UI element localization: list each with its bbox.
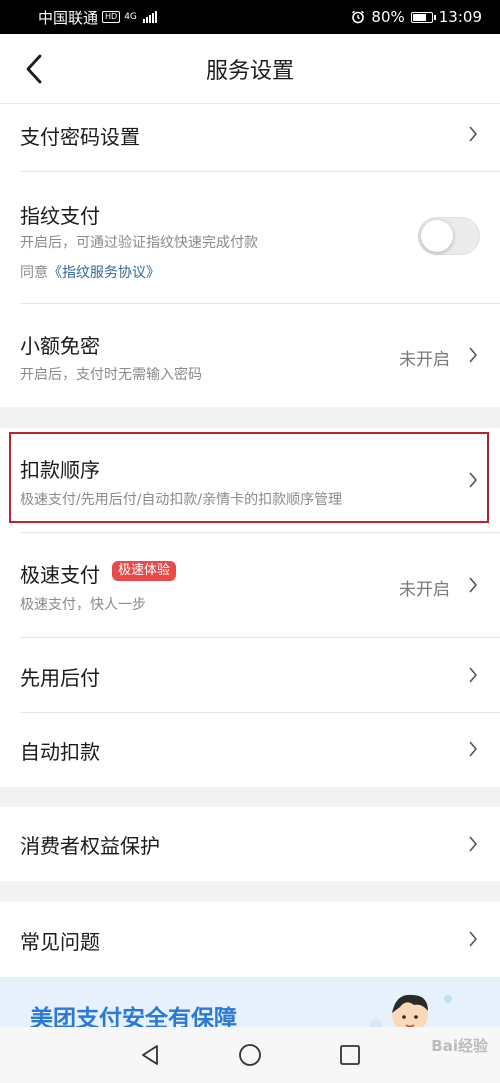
auto-deduction-row[interactable]: 自动扣款 xyxy=(0,713,500,787)
navigation-bar: 服务设置 xyxy=(0,34,500,104)
carrier-name: 中国联通 xyxy=(38,8,99,27)
network-type: 4G xyxy=(124,12,137,22)
security-banner-text: 美团支付安全有保障 xyxy=(30,1006,237,1027)
consumer-rights-section: 消费者权益保护 xyxy=(0,807,500,881)
agreement-prefix: 同意 xyxy=(20,265,48,281)
consumer-rights-label: 消费者权益保护 xyxy=(20,834,160,858)
triangle-back-icon xyxy=(142,1045,158,1065)
pay-later-row[interactable]: 先用后付 xyxy=(0,638,500,713)
back-button[interactable] xyxy=(14,49,54,89)
chevron-right-icon xyxy=(469,836,478,852)
chevron-right-icon xyxy=(469,667,478,683)
status-bar: 中国联通 HD 4G 80% 13:09 xyxy=(0,0,500,34)
chevron-right-icon xyxy=(469,126,478,142)
fingerprint-agreement-link[interactable]: 《指纹服务协议》 xyxy=(48,265,160,281)
small-amount-label: 小额免密 xyxy=(20,334,100,358)
cartoon-character-icon xyxy=(370,994,452,1027)
signal-icon xyxy=(142,11,157,23)
system-back-button[interactable] xyxy=(130,1035,170,1075)
fingerprint-pay-row: 指纹支付 开启后，可通过验证指纹快速完成付款 同意《指纹服务协议》 xyxy=(0,172,500,304)
fingerprint-pay-desc: 开启后，可通过验证指纹快速完成付款 xyxy=(20,235,258,251)
small-amount-status: 未开启 xyxy=(399,350,450,370)
small-amount-desc: 开启后，支付时无需输入密码 xyxy=(20,367,202,383)
security-banner[interactable]: 美团支付安全有保障 xyxy=(0,977,500,1027)
system-home-button[interactable] xyxy=(230,1035,270,1075)
system-navigation-bar xyxy=(0,1027,500,1083)
faq-row[interactable]: 常见问题 xyxy=(0,902,500,977)
watermark: Bai经验 xyxy=(431,1037,488,1055)
fingerprint-agreement: 同意《指纹服务协议》 xyxy=(20,262,160,282)
hd-badge: HD xyxy=(102,11,121,23)
express-pay-label: 极速支付 xyxy=(20,563,100,587)
highlight-annotation-box xyxy=(9,432,489,523)
chevron-right-icon xyxy=(469,741,478,757)
carrier-info: 中国联通 HD 4G xyxy=(38,7,157,28)
payment-password-row[interactable]: 支付密码设置 xyxy=(0,104,500,172)
express-pay-status: 未开启 xyxy=(399,580,450,600)
consumer-rights-row[interactable]: 消费者权益保护 xyxy=(0,807,500,881)
battery-percent: 80% xyxy=(371,8,405,26)
security-settings-section: 支付密码设置 指纹支付 开启后，可通过验证指纹快速完成付款 同意《指纹服务协议》… xyxy=(0,104,500,407)
back-arrow-icon xyxy=(26,54,42,84)
toggle-knob xyxy=(421,220,453,252)
system-recent-button[interactable] xyxy=(330,1035,370,1075)
express-pay-badge: 极速体验 xyxy=(112,561,177,581)
chevron-right-icon xyxy=(469,577,478,593)
express-pay-row[interactable]: 极速支付 极速体验 极速支付，快人一步 未开启 xyxy=(0,533,500,638)
faq-section: 常见问题 xyxy=(0,902,500,977)
circle-home-icon xyxy=(239,1044,261,1066)
auto-deduction-label: 自动扣款 xyxy=(20,740,100,764)
faq-label: 常见问题 xyxy=(20,930,100,954)
alarm-clock-icon xyxy=(352,10,365,24)
express-pay-desc: 极速支付，快人一步 xyxy=(20,597,146,613)
payment-password-label: 支付密码设置 xyxy=(20,125,140,149)
clock-time: 13:09 xyxy=(438,8,482,26)
small-amount-no-password-row[interactable]: 小额免密 开启后，支付时无需输入密码 未开启 xyxy=(0,304,500,407)
fingerprint-pay-label: 指纹支付 xyxy=(20,204,100,228)
fingerprint-pay-toggle[interactable] xyxy=(418,217,480,255)
page-title: 服务设置 xyxy=(205,58,294,84)
square-recent-icon xyxy=(340,1045,360,1065)
pay-later-label: 先用后付 xyxy=(20,666,100,690)
chevron-right-icon xyxy=(469,931,478,947)
chevron-right-icon xyxy=(469,347,478,363)
battery-icon xyxy=(410,11,436,23)
